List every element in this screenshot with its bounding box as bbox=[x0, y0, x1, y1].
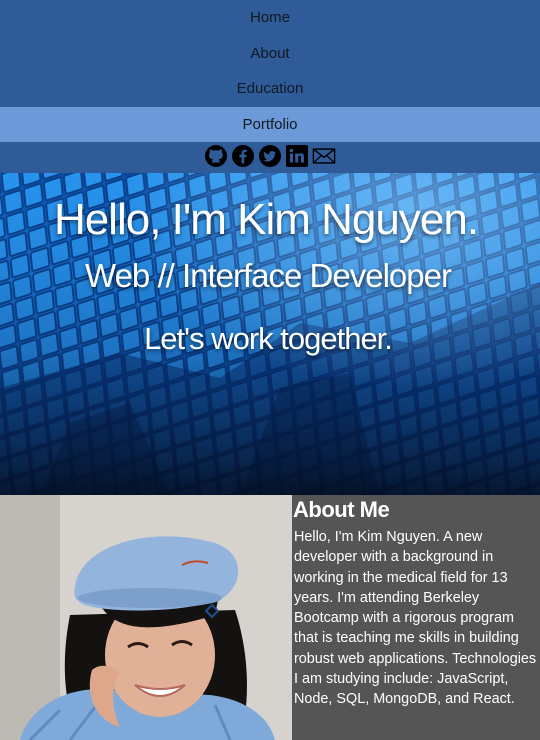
github-icon[interactable] bbox=[204, 144, 228, 168]
twitter-icon[interactable] bbox=[258, 144, 282, 168]
hero-role: Web // Interface Developer bbox=[85, 257, 452, 294]
hero-banner: Hello, I'm Kim Nguyen. Web // Interface … bbox=[0, 173, 540, 495]
about-heading: About Me bbox=[293, 497, 390, 522]
profile-photo bbox=[0, 495, 292, 740]
linkedin-icon[interactable] bbox=[285, 144, 309, 168]
nav-link-home[interactable]: Home bbox=[0, 0, 540, 36]
nav-link-portfolio[interactable]: Portfolio bbox=[0, 106, 540, 142]
nav-link-education[interactable]: Education bbox=[0, 71, 540, 107]
hero-greeting: Hello, I'm Kim Nguyen. bbox=[53, 195, 479, 244]
hero-call-to-action: Let's work together. bbox=[144, 321, 393, 356]
about-section: About Me Hello, I'm Kim Nguyen. A new de… bbox=[0, 495, 540, 740]
nav-link-about[interactable]: About bbox=[0, 36, 540, 72]
facebook-icon[interactable] bbox=[231, 144, 255, 168]
about-description: Hello, I'm Kim Nguyen. A new developer w… bbox=[294, 529, 537, 708]
email-icon[interactable] bbox=[312, 144, 336, 168]
main-navigation: Home About Education Portfolio bbox=[0, 0, 540, 173]
social-links bbox=[0, 142, 540, 170]
